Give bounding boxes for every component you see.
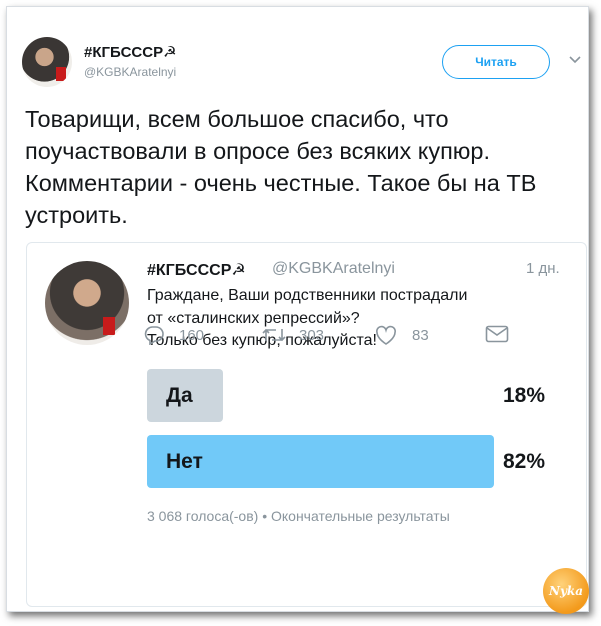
message-action[interactable]	[485, 325, 509, 343]
poll-option-da-bar: Да	[147, 369, 223, 422]
poll-option-label: Да	[166, 384, 193, 407]
poll-option-net-percent: 82%	[503, 450, 546, 473]
author-avatar[interactable]	[22, 37, 72, 87]
author-name[interactable]: #КГБСССР☭	[84, 43, 177, 61]
avatar-flag-detail	[56, 67, 66, 81]
chevron-down-icon[interactable]	[568, 53, 582, 67]
retweet-icon	[262, 328, 286, 342]
heart-icon	[376, 325, 396, 345]
like-count: 83	[412, 327, 429, 344]
poll-results-meta: 3 068 голоса(-ов) • Окончательные резуль…	[147, 508, 450, 524]
author-handle[interactable]: @KGBKAratelnyi	[84, 65, 176, 79]
quoted-author-avatar[interactable]	[45, 261, 129, 345]
quoted-author-name[interactable]: #КГБСССР☭	[147, 260, 246, 280]
reply-action[interactable]: 160	[143, 325, 204, 345]
quoted-author-handle[interactable]: @KGBKAratelnyi	[272, 260, 395, 278]
follow-button[interactable]: Читать	[442, 45, 550, 79]
retweet-action[interactable]: 303	[261, 325, 324, 345]
poll-option-net-bar: Нет	[147, 435, 494, 488]
retweet-count: 303	[299, 326, 325, 344]
reply-icon	[144, 326, 164, 345]
tweet-card: #КГБСССР☭ @KGBKAratelnyi Читать Товарищи…	[6, 6, 589, 612]
poll-option-label: Нет	[166, 450, 203, 473]
poll-option-da-percent: 18%	[503, 384, 546, 407]
quoted-timestamp[interactable]: 1 дн.	[526, 260, 560, 277]
avatar-flag-detail	[103, 317, 115, 335]
tweet-text: Товарищи, всем большое спасибо, что поуч…	[25, 106, 537, 228]
quoted-tweet[interactable]: #КГБСССР☭ @KGBKAratelnyi 1 дн. Граждане,…	[26, 242, 587, 607]
envelope-icon	[485, 325, 509, 343]
quoted-text-line: Граждане, Ваши родственники пострадали	[147, 287, 468, 304]
reply-count: 160	[179, 326, 205, 344]
like-action[interactable]: 83	[374, 325, 429, 346]
site-watermark-logo: Nyka	[543, 568, 589, 614]
